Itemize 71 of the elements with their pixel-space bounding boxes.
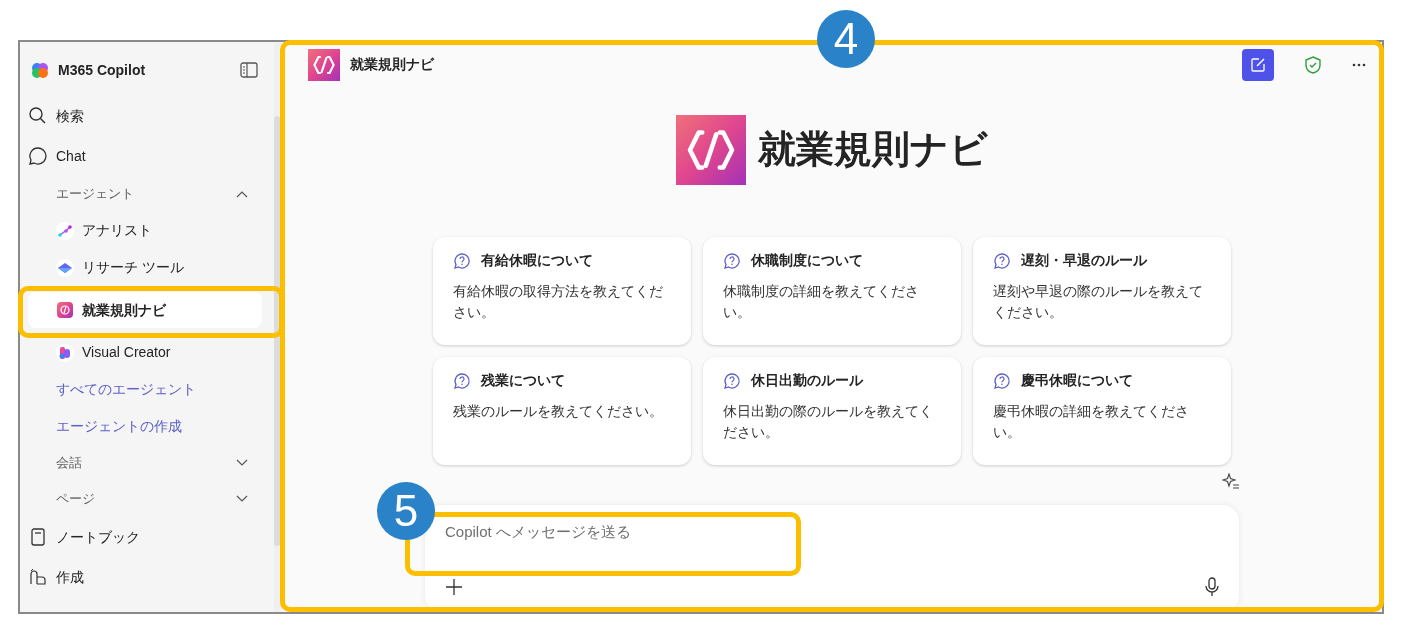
search-icon: [28, 106, 48, 126]
prompt-card[interactable]: 残業について 残業のルールを教えてください。: [433, 357, 691, 465]
microphone-icon: [1205, 577, 1219, 598]
prompt-title: 休日出勤のルール: [751, 372, 863, 390]
edit-icon: [1250, 57, 1266, 74]
add-button[interactable]: [445, 578, 463, 597]
layers-icon: [56, 258, 74, 277]
shield-button[interactable]: [1304, 56, 1322, 75]
shield-icon: [1304, 56, 1322, 75]
question-chat-icon: [993, 252, 1012, 271]
more-button[interactable]: [1352, 63, 1366, 68]
nav-item[interactable]: 検索: [56, 105, 84, 127]
agent-item[interactable]: アナリスト: [28, 212, 274, 249]
prompt-title: 慶弔休暇について: [1021, 372, 1133, 390]
chart-dots-icon: [56, 221, 74, 240]
sidebar-panel-icon: [240, 62, 258, 78]
question-chat-icon: [723, 372, 742, 391]
prompt-title: 遅刻・早退のルール: [1021, 252, 1147, 270]
chevron-down-icon[interactable]: [236, 459, 248, 467]
agent-item[interactable]: リサーチ ツール: [28, 249, 274, 286]
prompt-card[interactable]: 有給休暇について 有給休暇の取得方法を教えてください。: [433, 237, 691, 345]
question-chat-icon: [993, 372, 1012, 391]
section-header[interactable]: エージェント: [56, 184, 134, 204]
question-chat-icon: [453, 252, 472, 271]
prompt-title: 休職制度について: [751, 252, 863, 270]
prompt-text: 遅刻や早退の際のルールを教えてください。: [993, 283, 1204, 323]
prompt-text: 休日出勤の際のルールを教えてください。: [723, 403, 934, 443]
agent-name: 就業規則ナビ: [350, 56, 434, 75]
agent-link[interactable]: すべてのエージェント: [56, 379, 196, 400]
section-header[interactable]: ページ: [56, 489, 95, 509]
panel-toggle-button[interactable]: [240, 62, 258, 78]
prompt-title: 残業について: [481, 372, 565, 390]
nav-item[interactable]: Chat: [56, 145, 86, 167]
shapes-icon: [28, 567, 48, 587]
nav-item[interactable]: ノートブック: [56, 526, 140, 548]
more-icon: [1352, 63, 1366, 68]
prompt-title: 有給休暇について: [481, 252, 593, 270]
section-header[interactable]: 会話: [56, 453, 82, 473]
message-input[interactable]: Copilot へメッセージを送る: [445, 515, 745, 550]
chevron-up-icon[interactable]: [236, 190, 248, 198]
chat-icon: [28, 146, 48, 166]
agent-logo-icon: [56, 301, 74, 319]
palette-icon: [56, 343, 74, 362]
prompt-text: 慶弔休暇の詳細を教えてください。: [993, 403, 1190, 443]
question-chat-icon: [723, 252, 742, 271]
question-chat-icon: [453, 372, 472, 391]
prompt-text: 残業のルールを教えてください。: [453, 403, 664, 422]
notebook-icon: [28, 527, 48, 547]
agent-logo-icon: [308, 49, 340, 82]
prompt-text: 有給休暇の取得方法を教えてください。: [453, 283, 664, 323]
prompt-text: 休職制度の詳細を教えてください。: [723, 283, 920, 323]
sparkle-icon: [1222, 473, 1240, 491]
agent-logo-icon: [676, 115, 746, 185]
prompt-card[interactable]: 遅刻・早退のルール 遅刻や早退の際のルールを教えてください。: [973, 237, 1231, 345]
chevron-down-icon[interactable]: [236, 495, 248, 503]
agent-item[interactable]: 就業規則ナビ: [28, 292, 262, 328]
scrollbar-thumb[interactable]: [274, 116, 280, 546]
prompt-card[interactable]: 休職制度について 休職制度の詳細を教えてください。: [703, 237, 961, 345]
app-logo-icon: [30, 60, 50, 80]
callout-badge: 4: [817, 10, 875, 68]
plus-icon: [445, 578, 463, 597]
nav-item[interactable]: 作成: [56, 566, 84, 588]
app-title: M365 Copilot: [58, 60, 146, 80]
microphone-button[interactable]: [1205, 577, 1219, 598]
sparkle-button[interactable]: [1222, 473, 1240, 491]
prompt-card[interactable]: 休日出勤のルール 休日出勤の際のルールを教えてください。: [703, 357, 961, 465]
new-chat-button[interactable]: [1242, 49, 1274, 82]
agent-title: 就業規則ナビ: [758, 127, 988, 173]
agent-link[interactable]: エージェントの作成: [56, 416, 182, 437]
agent-item[interactable]: Visual Creator: [28, 334, 274, 371]
prompt-card[interactable]: 慶弔休暇について 慶弔休暇の詳細を教えてください。: [973, 357, 1231, 465]
